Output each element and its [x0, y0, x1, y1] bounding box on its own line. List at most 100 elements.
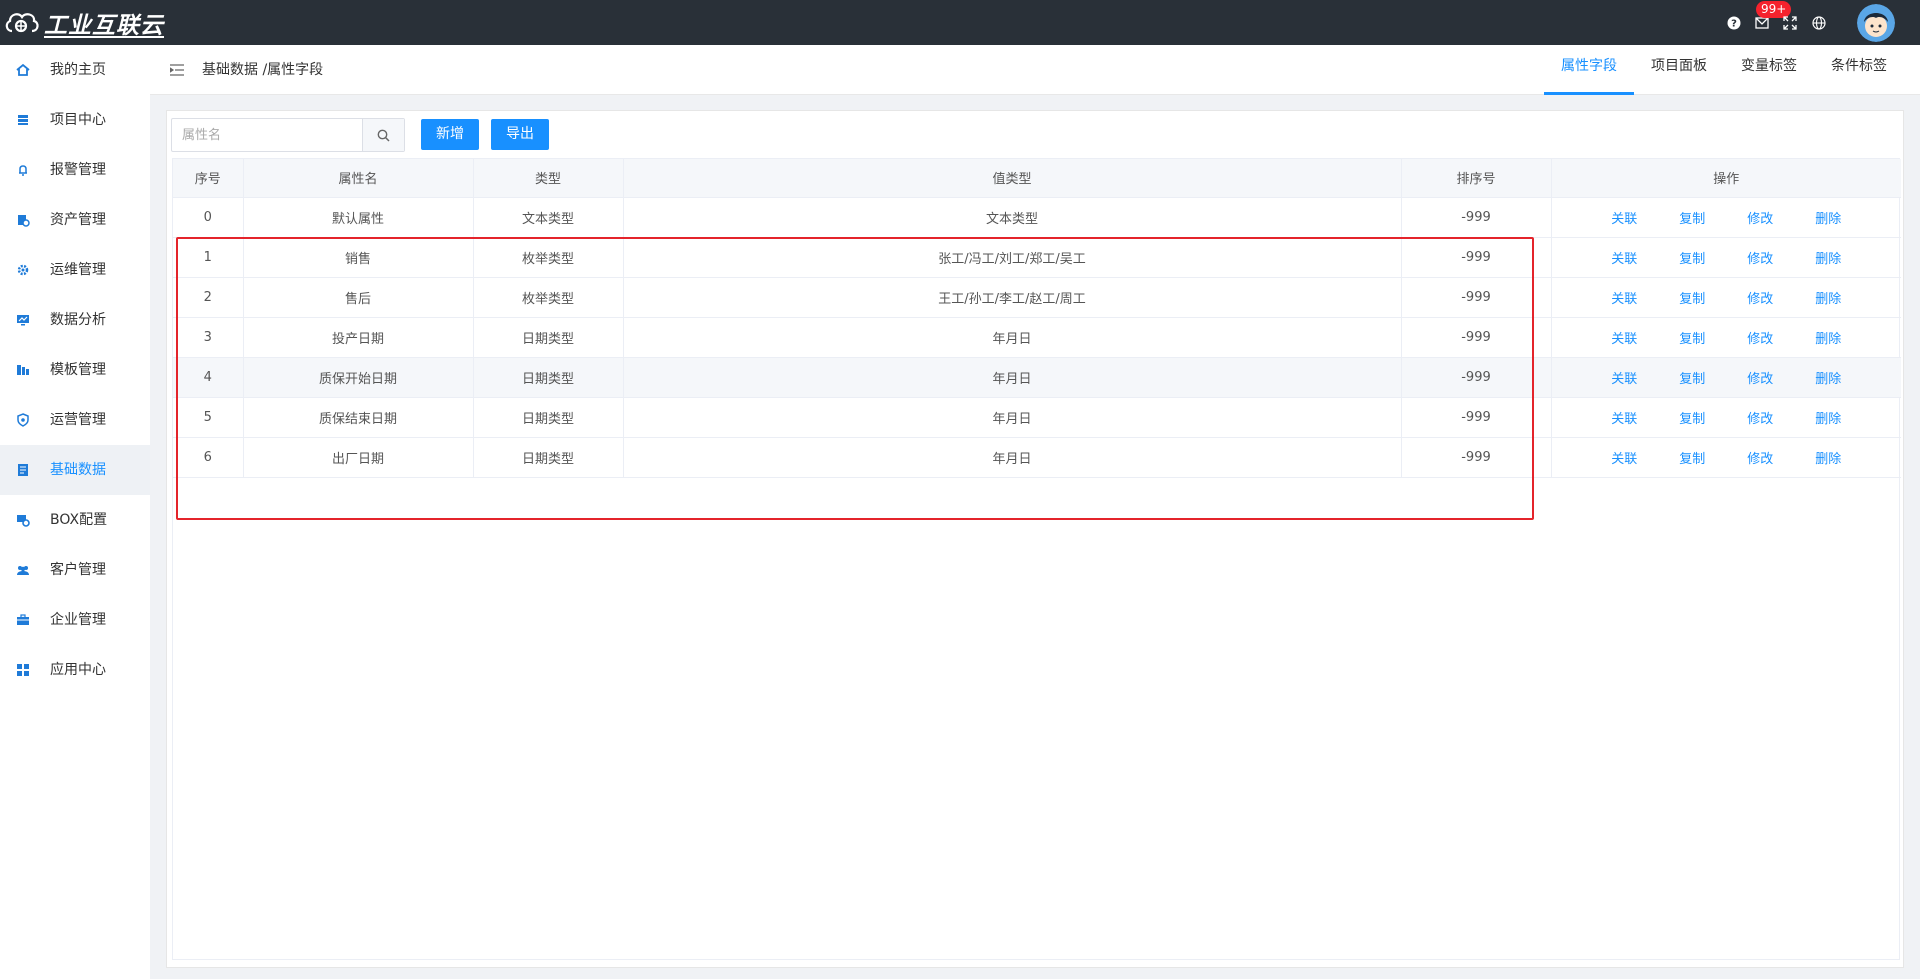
link-action[interactable]: 关联 [1590, 288, 1658, 307]
column-header-type[interactable]: 类型 [473, 159, 624, 198]
edit-action[interactable]: 修改 [1726, 208, 1794, 227]
edit-action[interactable]: 修改 [1726, 288, 1794, 307]
copy-action[interactable]: 复制 [1658, 408, 1726, 427]
tab-attribute-fields[interactable]: 属性字段 [1544, 45, 1634, 95]
link-action[interactable]: 关联 [1590, 368, 1658, 387]
table-cell: 日期类型 [473, 437, 624, 478]
link-action[interactable]: 关联 [1590, 328, 1658, 347]
copy-action[interactable]: 复制 [1658, 368, 1726, 387]
table-row[interactable]: 3 投产日期 日期类型 年月日 -999 关联 复制 修改 删除 [173, 317, 1901, 358]
table-row[interactable]: 1 销售 枚举类型 张工/冯工/刘工/郑工/吴工 -999 关联 复制 修改 删除 [173, 237, 1901, 278]
main-content: 新增 导出 序号 属性名 类型 值类型 排序号 操作 0默认属性文本类型文本类型… [166, 110, 1904, 968]
link-action[interactable]: 关联 [1590, 448, 1658, 467]
sidebar-item-basic-data[interactable]: 基础数据 [0, 445, 150, 495]
sidebar-item-label: 报警管理 [50, 162, 106, 178]
table-cell: -999 [1401, 317, 1552, 358]
sidebar-item-projects[interactable]: 项目中心 [0, 95, 150, 145]
edit-action[interactable]: 修改 [1726, 368, 1794, 387]
sidebar-item-assets[interactable]: 资产管理 [0, 195, 150, 245]
table-row[interactable]: 2 售后 枚举类型 王工/孙工/李工/赵工/周工 -999 关联 复制 修改 删除 [173, 277, 1901, 318]
copy-action[interactable]: 复制 [1658, 248, 1726, 267]
sidebar-item-label: 客户管理 [50, 562, 106, 578]
copy-action[interactable]: 复制 [1658, 328, 1726, 347]
delete-action[interactable]: 删除 [1794, 248, 1862, 267]
globe-icon[interactable] [1811, 15, 1827, 31]
sidebar-item-label: 资产管理 [50, 212, 106, 228]
table-cell: -999 [1401, 357, 1552, 398]
table-cell: 质保开始日期 [243, 357, 474, 398]
delete-action[interactable]: 删除 [1794, 368, 1862, 387]
search-box [171, 118, 405, 152]
sidebar-item-label: 企业管理 [50, 612, 106, 628]
table-row[interactable]: 4 质保开始日期 日期类型 年月日 -999 关联 复制 修改 删除 [173, 357, 1901, 398]
table-cell: 年月日 [623, 397, 1402, 438]
link-action[interactable]: 关联 [1590, 248, 1658, 267]
table-cell-actions: 关联 复制 修改 删除 [1551, 437, 1901, 478]
table-cell-actions: 关联 复制 修改 删除 [1551, 317, 1901, 358]
add-button[interactable]: 新增 [421, 119, 479, 150]
table-cell: 文本类型 [623, 197, 1402, 238]
table-cell: 销售 [243, 237, 474, 278]
template-icon [17, 365, 29, 375]
sidebar-item-customers[interactable]: 客户管理 [0, 545, 150, 595]
tab-variable-tags[interactable]: 变量标签 [1724, 45, 1814, 95]
table-cell: 枚举类型 [473, 277, 624, 318]
delete-action[interactable]: 删除 [1794, 408, 1862, 427]
help-icon[interactable]: ? [1726, 15, 1742, 31]
delete-action[interactable]: 删除 [1794, 448, 1862, 467]
breadcrumb: 基础数据 /属性字段 [202, 62, 324, 78]
logo[interactable]: 工业互联云 [4, 7, 164, 39]
table-row[interactable]: 6 出厂日期 日期类型 年月日 -999 关联 复制 修改 删除 [173, 437, 1901, 478]
table-cell: 1 [173, 237, 244, 278]
search-icon [377, 129, 390, 142]
sidebar-item-enterprise[interactable]: 企业管理 [0, 595, 150, 645]
monitor-chart-icon [17, 315, 29, 326]
cloud-logo-icon [5, 13, 39, 33]
search-input[interactable] [172, 119, 362, 151]
sidebar-item-operations[interactable]: 运营管理 [0, 395, 150, 445]
copy-action[interactable]: 复制 [1658, 288, 1726, 307]
sidebar-item-box-config[interactable]: BOX配置 [0, 495, 150, 545]
copy-action[interactable]: 复制 [1658, 208, 1726, 227]
table-row[interactable]: 0 默认属性 文本类型 文本类型 -999 关联 复制 修改 删除 [173, 197, 1901, 238]
sidebar-item-label: 项目中心 [50, 112, 106, 128]
column-header-sort[interactable]: 排序号 [1401, 159, 1552, 198]
edit-action[interactable]: 修改 [1726, 448, 1794, 467]
sidebar-item-alarms[interactable]: 报警管理 [0, 145, 150, 195]
column-header-name[interactable]: 属性名 [243, 159, 474, 198]
sidebar-item-app-center[interactable]: 应用中心 [0, 645, 150, 695]
edit-action[interactable]: 修改 [1726, 408, 1794, 427]
sidebar-item-label: 运营管理 [50, 412, 106, 428]
table-cell: 年月日 [623, 357, 1402, 398]
sidebar-item-templates[interactable]: 模板管理 [0, 345, 150, 395]
shield-gear-icon [17, 413, 29, 427]
sidebar-item-label: 应用中心 [50, 662, 106, 678]
export-button[interactable]: 导出 [491, 119, 549, 150]
users-icon [17, 566, 29, 575]
top-bar: 工业互联云 ? 99+ [0, 0, 1920, 45]
delete-action[interactable]: 删除 [1794, 328, 1862, 347]
table-row[interactable]: 5 质保结束日期 日期类型 年月日 -999 关联 复制 修改 删除 [173, 397, 1901, 438]
search-button[interactable] [362, 119, 404, 151]
tab-condition-tags[interactable]: 条件标签 [1814, 45, 1904, 95]
sidebar-item-ops[interactable]: 运维管理 [0, 245, 150, 295]
column-header-value-type[interactable]: 值类型 [623, 159, 1402, 198]
table-cell: 文本类型 [473, 197, 624, 238]
tab-project-panel[interactable]: 项目面板 [1634, 45, 1724, 95]
sidebar-item-home[interactable]: 我的主页 [0, 45, 150, 95]
fullscreen-icon[interactable] [1782, 15, 1798, 31]
avatar[interactable] [1857, 4, 1895, 42]
delete-action[interactable]: 删除 [1794, 208, 1862, 227]
column-header-index[interactable]: 序号 [173, 159, 244, 198]
sidebar-item-analytics[interactable]: 数据分析 [0, 295, 150, 345]
edit-action[interactable]: 修改 [1726, 248, 1794, 267]
edit-action[interactable]: 修改 [1726, 328, 1794, 347]
attribute-table: 序号 属性名 类型 值类型 排序号 操作 0 默认属性 文本类型 文本类型 -999 关联… [172, 158, 1901, 960]
bell-icon [19, 165, 27, 176]
link-action[interactable]: 关联 [1590, 208, 1658, 227]
delete-action[interactable]: 删除 [1794, 288, 1862, 307]
menu-collapse-icon[interactable] [170, 64, 184, 76]
copy-action[interactable]: 复制 [1658, 448, 1726, 467]
link-action[interactable]: 关联 [1590, 408, 1658, 427]
table-cell: 王工/孙工/李工/赵工/周工 [623, 277, 1402, 318]
